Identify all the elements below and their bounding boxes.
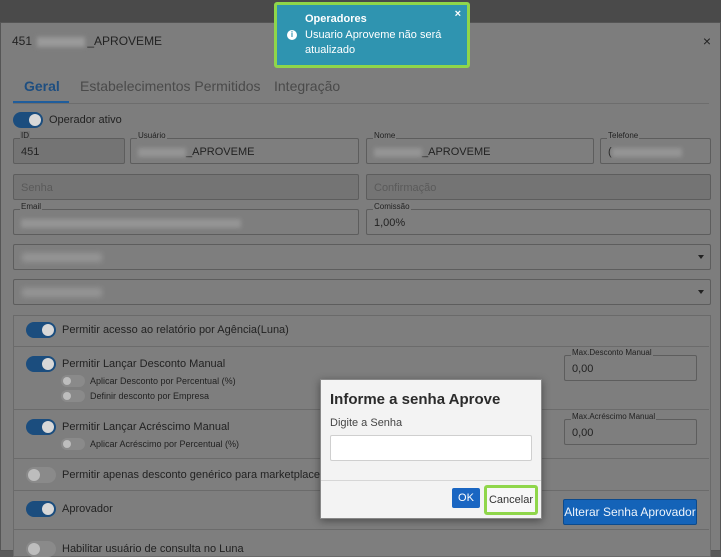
luna-toggle[interactable]	[26, 541, 56, 557]
relatorio-label: Permitir acesso ao relatório por Agência…	[62, 324, 289, 336]
operador-ativo-label: Operador ativo	[49, 114, 122, 126]
max-desconto-field[interactable]: Max.Desconto Manual 0,00	[564, 348, 697, 381]
acrescimo-label: Permitir Lançar Acréscimo Manual	[62, 421, 230, 433]
password-input[interactable]	[330, 435, 532, 461]
confirmacao-placeholder: Confirmação	[374, 182, 437, 194]
aprovador-toggle[interactable]	[26, 501, 56, 517]
divider	[13, 529, 709, 530]
usuario-field[interactable]: Usuário _APROVEME	[130, 131, 359, 164]
window-close-icon[interactable]: ×	[703, 33, 711, 49]
redacted-select-2	[22, 288, 102, 297]
comissao-caption: Comissão	[373, 202, 411, 211]
tab-geral[interactable]: Geral	[24, 78, 60, 94]
senha-placeholder: Senha	[21, 182, 53, 194]
confirmacao-field[interactable]: Confirmação	[366, 174, 711, 200]
comissao-value: 1,00%	[374, 217, 406, 229]
max-desconto-caption: Max.Desconto Manual	[571, 348, 653, 357]
select-1[interactable]	[13, 244, 711, 270]
telefone-field[interactable]: Telefone (	[600, 131, 711, 164]
redacted-telefone	[611, 147, 682, 157]
tab-integracao[interactable]: Integração	[274, 78, 340, 94]
operador-ativo-toggle[interactable]	[13, 112, 43, 128]
id-caption: ID	[20, 131, 30, 140]
desconto-percentual-toggle[interactable]	[61, 375, 85, 387]
marketplace-label: Permitir apenas desconto genérico para m…	[62, 469, 321, 481]
notification-toast: × Operadores i Usuario Aproveme não será…	[274, 2, 470, 68]
usuario-caption: Usuário	[137, 131, 167, 140]
desconto-label: Permitir Lançar Desconto Manual	[62, 358, 226, 370]
toast-close-icon[interactable]: ×	[455, 8, 461, 20]
desconto-empresa-label: Definir desconto por Empresa	[90, 391, 210, 401]
max-acrescimo-field[interactable]: Max.Acréscimo Manual 0,00	[564, 412, 697, 445]
window-title-id: 451	[12, 34, 33, 48]
redacted-username	[138, 147, 186, 157]
max-acrescimo-caption: Max.Acréscimo Manual	[571, 412, 657, 421]
telefone-caption: Telefone	[607, 131, 640, 140]
acrescimo-percentual-toggle[interactable]	[61, 438, 85, 450]
senha-field[interactable]: Senha	[13, 174, 359, 200]
nome-value: _APROVEME	[422, 146, 491, 158]
tab-bar: Geral Estabelecimentos Permitidos Integr…	[13, 75, 709, 104]
toast-message: Usuario Aproveme não será atualizado	[305, 29, 442, 56]
nome-field[interactable]: Nome _APROVEME	[366, 131, 594, 164]
max-acrescimo-value: 0,00	[572, 427, 594, 439]
info-icon: i	[287, 30, 297, 40]
toast-title: Operadores	[305, 13, 367, 25]
redacted-email	[21, 218, 241, 228]
email-caption: Email	[20, 202, 43, 211]
redacted-nome	[374, 147, 422, 157]
desconto-percentual-label: Aplicar Desconto por Percentual (%)	[90, 376, 236, 386]
select-2[interactable]	[13, 279, 711, 305]
max-desconto-value: 0,00	[572, 363, 594, 375]
password-dialog: Informe a senha Aprove Digite a Senha OK…	[320, 379, 542, 519]
desconto-toggle[interactable]	[26, 356, 56, 372]
nome-caption: Nome	[373, 131, 397, 140]
marketplace-toggle[interactable]	[26, 467, 56, 483]
chevron-down-icon	[698, 290, 704, 294]
luna-label: Habilitar usuário de consulta no Luna	[62, 543, 244, 555]
active-tab-indicator	[13, 101, 69, 103]
desconto-empresa-toggle[interactable]	[61, 390, 85, 402]
comissao-field[interactable]: Comissão 1,00%	[366, 202, 711, 235]
window-title: 451 _APROVEME	[12, 34, 162, 48]
redacted-select-1	[22, 253, 102, 262]
dialog-divider	[321, 480, 541, 481]
aprovador-label: Aprovador	[62, 503, 113, 515]
acrescimo-percentual-label: Aplicar Acréscimo por Percentual (%)	[90, 439, 240, 449]
chevron-down-icon	[698, 255, 704, 259]
window-title-suffix: _APROVEME	[87, 34, 163, 48]
dialog-subtitle: Digite a Senha	[330, 417, 403, 429]
cancel-button[interactable]: Cancelar	[484, 485, 538, 515]
dialog-title: Informe a senha Aprove	[330, 391, 501, 408]
ok-button[interactable]: OK	[452, 488, 480, 508]
email-field[interactable]: Email	[13, 202, 359, 235]
acrescimo-toggle[interactable]	[26, 419, 56, 435]
id-value: 451	[21, 146, 40, 158]
divider	[13, 346, 709, 347]
alterar-senha-aprovador-button[interactable]: Alterar Senha Aprovador	[563, 499, 697, 525]
relatorio-toggle[interactable]	[26, 322, 56, 338]
usuario-value: _APROVEME	[186, 146, 255, 158]
id-field: ID 451	[13, 131, 125, 164]
redacted-name	[37, 36, 86, 47]
tab-estabelecimentos[interactable]: Estabelecimentos Permitidos	[80, 78, 261, 94]
